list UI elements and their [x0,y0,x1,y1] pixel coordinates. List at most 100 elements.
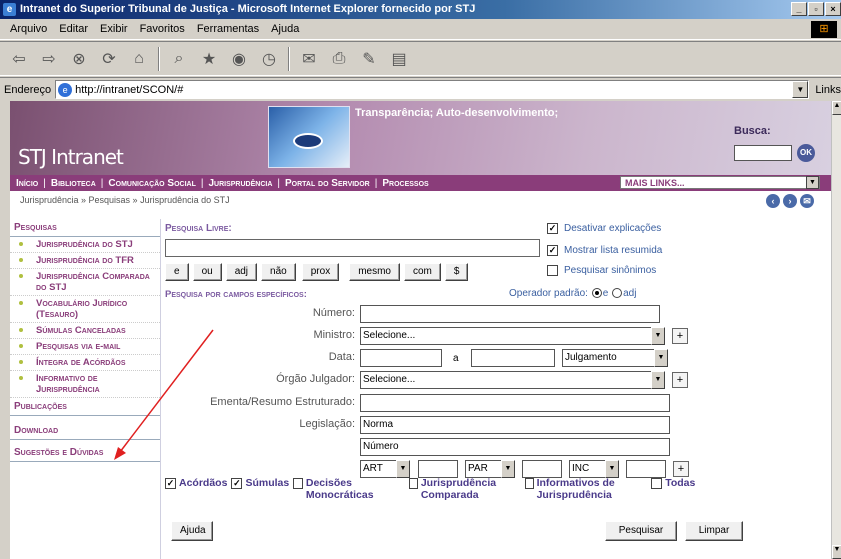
chevron-down-icon[interactable]: ▼ [501,460,515,478]
cb-decisoes-monocraticas[interactable]: Decisões Monocráticas [293,477,405,501]
cb-sumulas[interactable]: ✓ Súmulas [231,477,289,501]
cb-informativos[interactable]: Informativos de Jurisprudência [525,477,647,501]
pesquisar-button[interactable]: Pesquisar [605,521,677,541]
data-inicio-input[interactable] [360,349,442,367]
address-input[interactable]: e http://intranet/SCON/# ▼ [55,80,810,99]
cb-jurisprudencia-comparada[interactable]: Jurisprudência Comparada [409,477,521,501]
chevron-down-icon[interactable]: ▼ [605,460,619,478]
nav-head-download[interactable]: Download [10,422,160,440]
opt-pesquisar-sinonimos[interactable]: Pesquisar sinônimos [547,265,656,276]
op-ou-button[interactable]: ou [192,263,222,281]
nav-inicio[interactable]: Início [16,178,38,189]
cb-todas[interactable]: Todas [651,477,695,501]
legislacao-add-button[interactable]: + [673,461,689,477]
chevron-down-icon[interactable]: ▼ [792,81,809,98]
op-adj-button[interactable]: adj [225,263,258,281]
chevron-down-icon[interactable]: ▼ [651,371,665,389]
menu-ferramentas[interactable]: Ferramentas [191,23,265,35]
ministro-add-button[interactable]: + [672,328,688,344]
inc-input[interactable] [626,460,666,478]
ministro-select[interactable]: Selecione... ▼ [360,327,665,345]
back-circle-icon[interactable]: ‹ [766,194,780,208]
limpar-button[interactable]: Limpar [685,521,743,541]
orgao-select[interactable]: Selecione... ▼ [360,371,665,389]
chevron-down-icon[interactable]: ▼ [806,176,819,189]
nav-head-sugestoes[interactable]: Sugestões e Dúvidas [10,444,160,462]
par-select[interactable]: PAR ▼ [465,460,515,478]
legislacao-numero-input[interactable]: Número [360,438,670,456]
op-default-adj-radio[interactable] [612,288,623,299]
chevron-down-icon[interactable]: ▼ [651,327,665,345]
refresh-icon[interactable]: ⟳ [98,48,120,70]
cb-acordaos[interactable]: ✓ Acórdãos [165,477,227,501]
ajuda-button[interactable]: Ajuda [171,521,213,541]
minimize-button[interactable]: _ [791,2,807,16]
maximize-button[interactable]: ▫ [808,2,824,16]
more-links-select[interactable]: MAIS LINKS... ▼ [620,176,820,189]
legislacao-norma-input[interactable]: Norma [360,416,670,434]
top-nav: Início | Biblioteca | Comunicação Social | … [10,175,831,191]
op-dollar-button[interactable]: $ [444,263,469,281]
edit-icon[interactable]: ✎ [358,48,380,70]
op-mesmo-button[interactable]: mesmo [349,263,400,281]
links-button[interactable]: Links [815,84,841,96]
nav-comunicacao[interactable]: Comunicação Social [108,178,195,189]
nav-head-publicacoes[interactable]: Publicações [10,398,160,416]
nav-item-informativo[interactable]: Informativo de Jurisprudência [10,371,160,398]
inc-select[interactable]: INC ▼ [569,460,619,478]
busca-ok-button[interactable]: OK [797,144,815,162]
email-circle-icon[interactable]: ✉ [800,194,814,208]
ementa-input[interactable] [360,394,670,412]
menu-exibir[interactable]: Exibir [94,23,134,35]
menu-ajuda[interactable]: Ajuda [265,23,305,35]
data-tipo-select[interactable]: Julgamento ▼ [562,349,668,367]
op-nao-button[interactable]: não [261,263,296,281]
media-icon[interactable]: ◉ [228,48,250,70]
print-icon[interactable]: ⎙ [328,48,350,70]
nav-item-jurisprudencia-tfr[interactable]: Jurisprudência do TFR [10,253,160,269]
op-prox-button[interactable]: prox [301,263,340,281]
search-icon[interactable]: ⌕ [168,48,190,70]
vertical-scrollbar[interactable]: ▲ ▼ [831,101,841,559]
mail-icon[interactable]: ✉ [298,48,320,70]
nav-portal-servidor[interactable]: Portal do Servidor [285,178,370,189]
nav-item-jurisprudencia-stj[interactable]: Jurisprudência do STJ [10,237,160,253]
forward-circle-icon[interactable]: › [783,194,797,208]
art-input[interactable] [418,460,458,478]
home-icon[interactable]: ⌂ [128,48,150,70]
opt-desativar-explicacoes[interactable]: ✓ Desativar explicações [547,223,661,234]
data-fim-input[interactable] [471,349,555,367]
forward-icon[interactable]: ⇨ [38,48,60,70]
orgao-add-button[interactable]: + [672,372,688,388]
favorites-icon[interactable]: ★ [198,48,220,70]
chevron-down-icon[interactable]: ▼ [396,460,410,478]
stop-icon[interactable]: ⊗ [68,48,90,70]
busca-input[interactable] [734,145,792,161]
nav-processos[interactable]: Processos [382,178,428,189]
close-button[interactable]: × [825,2,841,16]
discuss-icon[interactable]: ▤ [388,48,410,70]
nav-item-pesquisas-email[interactable]: Pesquisas via e-mail [10,339,160,355]
pesquisa-livre-input[interactable] [165,239,540,257]
nav-head-pesquisas[interactable]: Pesquisas [10,219,160,237]
op-default-e-radio[interactable] [591,288,602,299]
numero-input[interactable] [360,305,660,323]
nav-item-vocabulario[interactable]: Vocabulário Jurídico (Tesauro) [10,296,160,323]
history-icon[interactable]: ◷ [258,48,280,70]
op-com-button[interactable]: com [403,263,441,281]
menu-editar[interactable]: Editar [53,23,94,35]
chevron-down-icon[interactable]: ▼ [654,349,668,367]
nav-item-integra-acordaos[interactable]: Íntegra de Acórdãos [10,355,160,371]
opt-mostrar-lista[interactable]: ✓ Mostrar lista resumida [547,245,662,256]
back-icon[interactable]: ⇦ [8,48,30,70]
stj-logo[interactable]: STJ Intranet [18,145,124,169]
op-e-button[interactable]: e [165,263,189,281]
nav-jurisprudencia[interactable]: Jurisprudência [208,178,272,189]
art-select[interactable]: ART ▼ [360,460,410,478]
menu-favoritos[interactable]: Favoritos [134,23,191,35]
nav-biblioteca[interactable]: Biblioteca [51,178,96,189]
nav-item-sumulas-canceladas[interactable]: Súmulas Canceladas [10,323,160,339]
par-input[interactable] [522,460,562,478]
nav-item-jurisprudencia-comparada[interactable]: Jurisprudência Comparada do STJ [10,269,160,296]
menu-arquivo[interactable]: Arquivo [4,23,53,35]
